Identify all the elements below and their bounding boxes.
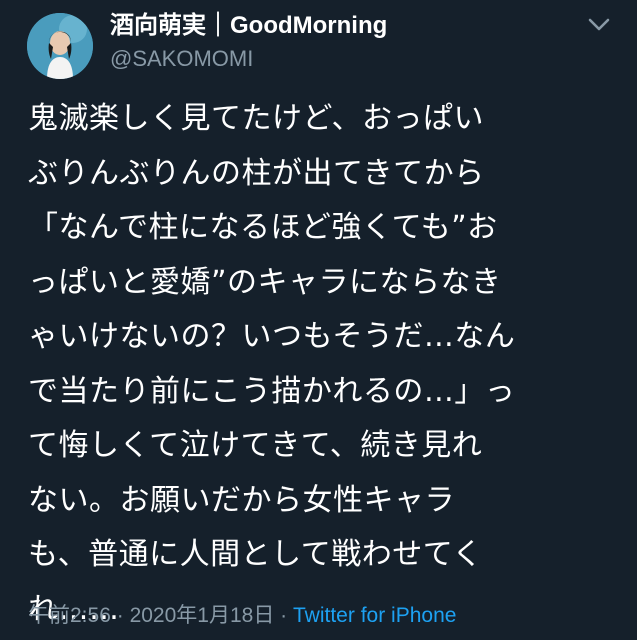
tweet-text-line: 鬼滅楽しく見てたけど、おっぱい: [28, 101, 484, 136]
tweet-text-line: ぶりんぶりんの柱が出てきてから: [28, 155, 485, 191]
user-avatar-photo-icon: [27, 13, 93, 79]
tweet-text-line: ゃいけないの？いつもそうだ…なん: [28, 319, 516, 354]
tweet-source-link[interactable]: Twitter for iPhone: [293, 604, 456, 627]
tweet-text: 鬼滅楽しく見てたけど、おっぱい ぶりんぶりんの柱が出てきてから 「なんで柱になる…: [28, 92, 618, 637]
tweet-menu-button[interactable]: [585, 14, 613, 36]
tweet-time[interactable]: 午前2:56: [28, 604, 111, 627]
meta-separator: ·: [116, 604, 124, 627]
tweet-text-line: ない。お願いだから女性キャラ: [28, 482, 455, 518]
avatar[interactable]: [27, 13, 93, 79]
tweet-text-line: も、普通に人間として戦わせてく: [28, 537, 483, 572]
tweet-date[interactable]: 2020年1月18日: [130, 604, 275, 627]
meta-separator: ·: [280, 604, 288, 627]
tweet-text-line: て悔しくて泣けてきて、続き見れ: [28, 428, 483, 463]
tweet-text-line: っぱいと愛嬌”のキャラにならなき: [28, 264, 502, 300]
tweet-text-line: で当たり前にこう描かれるの…」っ: [28, 373, 516, 409]
tweet-text-line: 「なんで柱になるほど強くても”お: [28, 210, 498, 245]
tweet-metadata: 午前2:56 · 2020年1月18日 · Twitter for iPhone: [28, 602, 456, 630]
chevron-down-icon: [588, 18, 610, 31]
user-handle[interactable]: @SAKOMOMI: [110, 46, 253, 72]
tweet: 酒向萌実｜GoodMorning @SAKOMOMI 鬼滅楽しく見てたけど、おっ…: [0, 0, 637, 640]
display-name[interactable]: 酒向萌実｜GoodMorning: [110, 12, 387, 40]
